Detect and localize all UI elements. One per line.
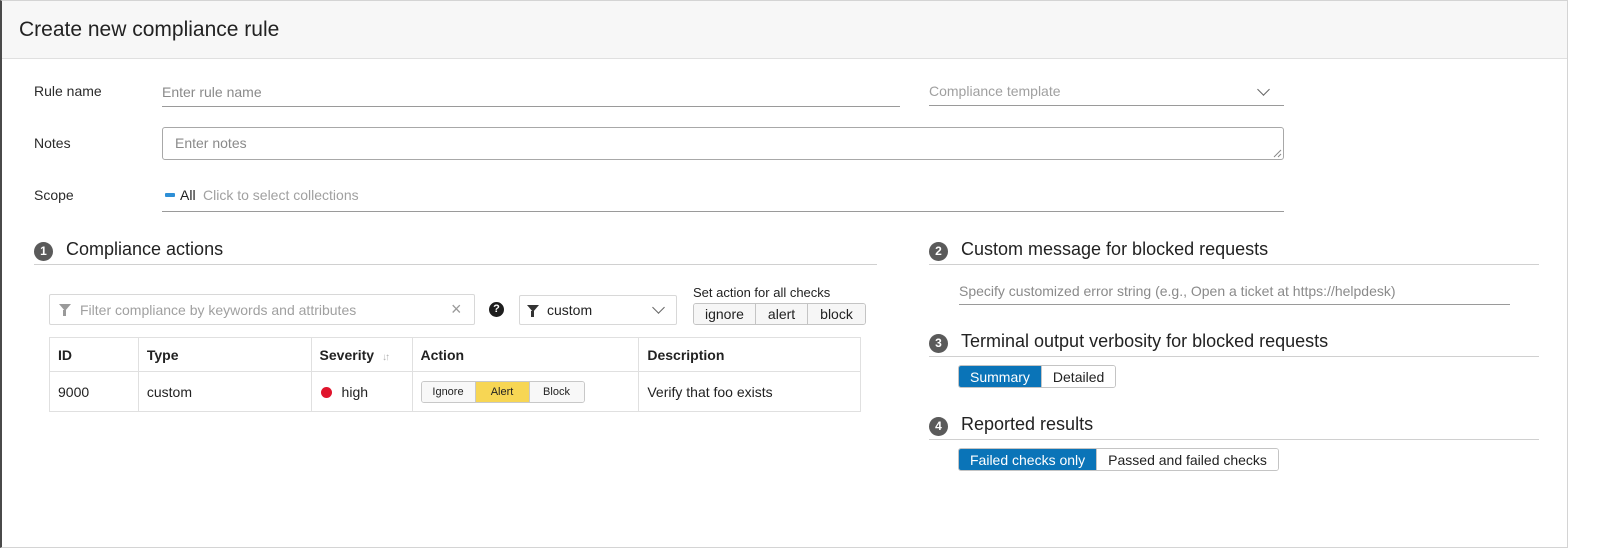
action-alert-button[interactable]: Alert [475, 381, 530, 402]
column-header-severity[interactable]: Severity ↓↑ [310, 337, 413, 372]
section-verbosity: 3 Terminal output verbosity for blocked … [929, 331, 1539, 357]
table-header-row: ID Type Severity ↓↑ Action Description [49, 337, 861, 372]
filter-icon-stem [531, 311, 534, 317]
severity-dot-icon [320, 386, 332, 398]
type-filter-value: custom [547, 302, 593, 318]
compliance-checks-table: ID Type Severity ↓↑ Action Description 90… [49, 337, 861, 412]
section-title: Custom message for blocked requests [961, 239, 1269, 259]
column-header-description[interactable]: Description [638, 337, 861, 372]
section-custom-message: 2 Custom message for blocked requests [929, 239, 1539, 265]
scope-placeholder: Click to select collections [203, 187, 359, 203]
custom-message-input[interactable] [959, 278, 1510, 305]
section-title: Reported results [961, 414, 1094, 434]
scope-value: All [180, 187, 196, 203]
rule-name-label: Rule name [34, 83, 102, 99]
scope-collections-select[interactable]: All Click to select collections [162, 181, 1284, 212]
action-ignore-button[interactable]: Ignore [421, 381, 476, 402]
cell-severity: high [310, 371, 413, 412]
cell-description: Verify that foo exists [638, 371, 861, 412]
resize-grip-icon[interactable] [1273, 149, 1282, 158]
column-header-id[interactable]: ID [49, 337, 139, 372]
chevron-down-icon [1257, 83, 1270, 96]
cell-id: 9000 [49, 371, 139, 412]
row-action-group: Ignore Alert Block [420, 380, 585, 403]
section-number-badge: 2 [929, 242, 948, 261]
passed-and-failed-button[interactable]: Passed and failed checks [1097, 449, 1278, 470]
filter-placeholder: Filter compliance by keywords and attrib… [80, 302, 357, 318]
help-icon[interactable]: ? [489, 302, 504, 317]
cell-action: Ignore Alert Block [411, 371, 640, 412]
template-placeholder: Compliance template [929, 83, 1061, 99]
section-compliance-actions: 1 Compliance actions [34, 239, 877, 265]
set-all-label: Set action for all checks [693, 285, 831, 300]
column-header-severity-label: Severity [319, 346, 375, 363]
set-all-ignore-button[interactable]: ignore [694, 304, 756, 324]
compliance-filter-input[interactable]: Filter compliance by keywords and attrib… [49, 294, 475, 325]
rule-name-input[interactable] [162, 78, 900, 107]
failed-checks-only-button[interactable]: Failed checks only [959, 449, 1098, 470]
scope-label: Scope [34, 187, 74, 203]
filter-icon-stem [63, 310, 66, 316]
section-number-badge: 4 [929, 417, 948, 436]
action-block-button[interactable]: Block [529, 381, 584, 402]
notes-input[interactable] [162, 127, 1284, 160]
reported-results-toggle-group: Failed checks only Passed and failed che… [958, 448, 1279, 471]
column-header-type[interactable]: Type [137, 337, 312, 372]
verbosity-toggle-group: Summary Detailed [958, 365, 1117, 388]
set-all-actions-group: ignore alert block [693, 303, 866, 325]
compliance-rule-dialog: Create new compliance rule Rule name Com… [0, 0, 1568, 548]
section-title: Compliance actions [66, 239, 224, 259]
verbosity-summary-button[interactable]: Summary [959, 366, 1042, 387]
type-filter-select[interactable]: custom [519, 295, 677, 325]
section-title: Terminal output verbosity for blocked re… [961, 331, 1329, 351]
scope-dash-icon [165, 193, 175, 197]
dialog-header: Create new compliance rule [2, 1, 1567, 59]
chevron-down-icon [652, 301, 665, 314]
clear-icon[interactable]: × [451, 299, 462, 319]
column-header-action[interactable]: Action [411, 337, 640, 372]
table-row: 9000 custom high Ignore Alert Block Veri… [49, 371, 861, 412]
section-number-badge: 1 [34, 242, 53, 261]
verbosity-detailed-button[interactable]: Detailed [1041, 366, 1116, 387]
section-reported-results: 4 Reported results [929, 414, 1539, 440]
cell-type: custom [137, 371, 312, 412]
compliance-template-select[interactable]: Compliance template [929, 77, 1284, 106]
sort-icon[interactable]: ↓↑ [382, 352, 390, 363]
severity-label: high [341, 383, 369, 400]
notes-label: Notes [34, 135, 71, 151]
section-number-badge: 3 [929, 334, 948, 353]
page-title: Create new compliance rule [19, 18, 280, 41]
set-all-block-button[interactable]: block [808, 304, 865, 324]
set-all-alert-button[interactable]: alert [755, 304, 809, 324]
